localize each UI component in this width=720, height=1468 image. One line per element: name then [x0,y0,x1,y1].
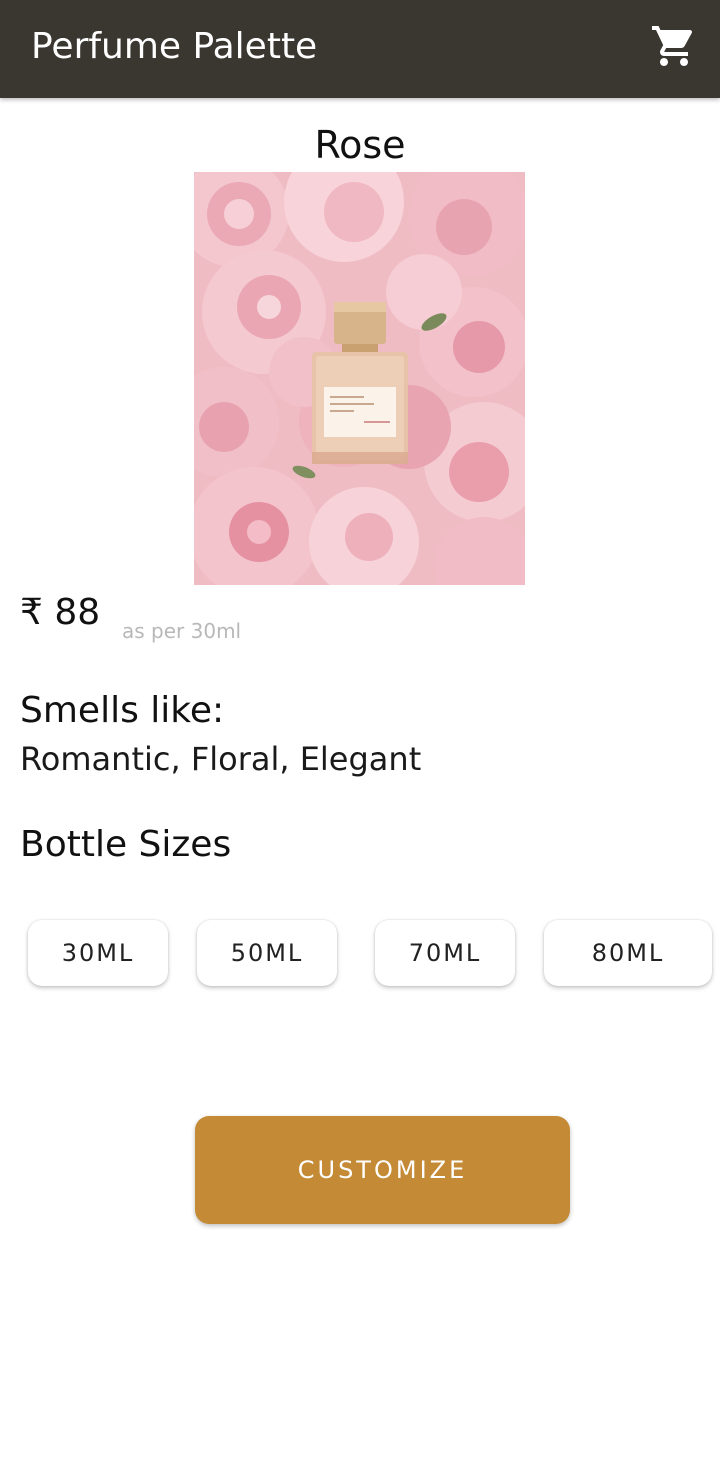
cart-button[interactable] [650,22,698,70]
product-title: Rose [314,123,406,167]
size-button-50ml[interactable]: 50ML [197,920,337,986]
app-title: Perfume Palette [31,26,318,67]
price-note: as per 30ml [122,619,242,643]
customize-button[interactable]: CUSTOMIZE [195,1116,570,1224]
product-image [194,172,525,585]
smells-value: Romantic, Floral, Elegant [20,740,422,778]
price: ₹ 88 [20,592,101,633]
app-bar: Perfume Palette [0,0,720,98]
size-button-70ml[interactable]: 70ML [375,920,515,986]
size-button-80ml[interactable]: 80ML [544,920,712,986]
shopping-cart-icon [652,26,693,66]
bottle-sizes-heading: Bottle Sizes [20,824,232,865]
smells-heading: Smells like: [20,690,225,731]
size-button-30ml[interactable]: 30ML [28,920,168,986]
